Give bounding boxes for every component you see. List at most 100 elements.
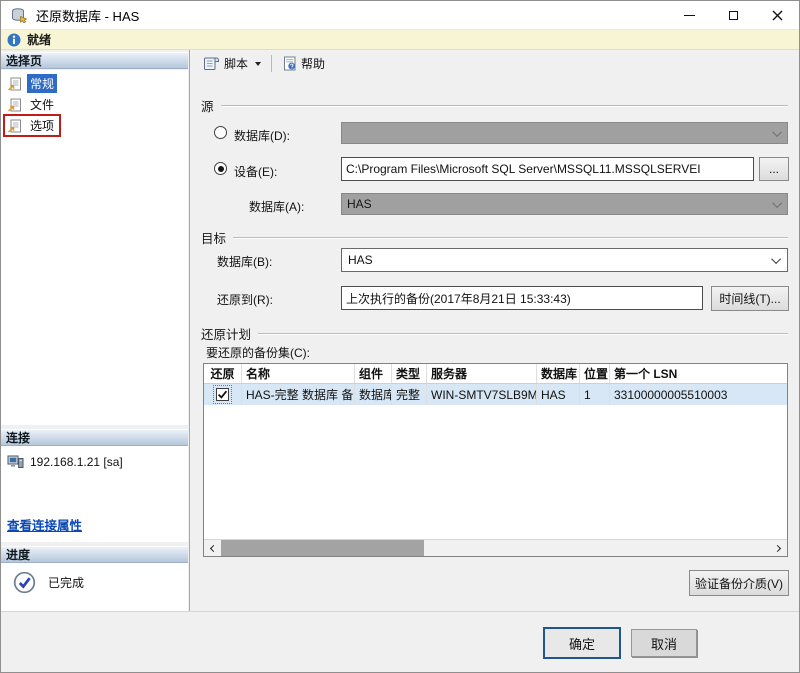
ok-label: 确定 [569,634,595,653]
progress-header: 进度 [1,546,188,563]
progress-panel: 已完成 [1,563,188,612]
column-header-database[interactable]: 数据库 [537,364,580,383]
maximize-icon [729,11,738,20]
close-icon [772,10,783,21]
connection-header-label: 连接 [6,429,30,446]
target-section-title: 目标 [201,228,788,247]
status-strip: 就绪 [1,29,799,50]
scroll-left-button[interactable] [204,540,221,556]
database-radio[interactable] [214,126,227,139]
restore-database-icon [10,7,28,23]
device-radio[interactable] [214,162,227,175]
device-radio-label: 设备(E): [234,163,277,180]
page-icon [7,77,22,91]
column-header-position[interactable]: 位置 [580,364,610,383]
progress-status: 已完成 [48,574,84,591]
cell-name: HAS-完整 数据库 备份 [242,384,355,405]
sidebar-item-general[interactable]: 常规 [1,73,188,94]
footer: 确定 取消 [1,611,799,672]
timeline-label: 时间线(T)... [719,290,780,307]
cell-position: 1 [580,384,610,405]
script-button[interactable]: 脚本 [198,53,266,74]
help-label: 帮助 [301,55,325,72]
column-header-first-lsn[interactable]: 第一个 LSN [610,364,787,383]
close-button[interactable] [755,1,799,29]
chevron-left-icon [210,544,217,551]
column-header-name[interactable]: 名称 [242,364,355,383]
restore-to-value: 上次执行的备份(2017年8月21日 15:33:43) [346,290,571,307]
maximize-button[interactable] [711,1,755,29]
chevron-down-icon [771,254,781,264]
cancel-label: 取消 [651,634,677,653]
cell-type: 完整 [392,384,427,405]
chevron-down-icon [772,127,782,137]
status-text: 就绪 [27,31,51,48]
target-database-value: HAS [348,253,373,267]
backup-set-row[interactable]: HAS-完整 数据库 备份 数据库 完整 WIN-SMTV7SLB9M7 HAS… [204,384,787,405]
verify-backup-media-button[interactable]: 验证备份介质(V) [689,570,789,596]
page-icon [7,119,22,133]
cell-first-lsn: 33100000005510003 [610,384,787,405]
source-database-select-label: 数据库(A): [249,198,304,215]
divider [221,105,788,107]
browse-button[interactable]: ... [759,157,789,181]
device-path-value: C:\Program Files\Microsoft SQL Server\MS… [346,162,701,176]
column-header-type[interactable]: 类型 [392,364,427,383]
scrollbar-thumb[interactable] [221,540,424,556]
toolbar-separator [271,55,272,72]
connection-panel: 192.168.1.21 [sa] 查看连接属性 [1,446,188,542]
pages-list: 常规 文件 选项 [1,70,188,425]
column-header-restore[interactable]: 还原 [204,364,242,383]
restore-to-input[interactable]: 上次执行的备份(2017年8月21日 15:33:43) [341,286,703,310]
horizontal-scrollbar[interactable] [204,539,787,556]
grid-header-row: 还原 名称 组件 类型 服务器 数据库 位置 第一个 LSN [204,364,787,384]
divider [233,237,788,239]
scroll-right-button[interactable] [770,540,787,556]
info-icon [7,33,21,47]
sidebar-item-files[interactable]: 文件 [1,94,188,115]
main-content: 脚本 帮助 源 数据库(D): 设备( [191,50,800,613]
help-button[interactable]: 帮助 [277,53,330,74]
target-database-combo[interactable]: HAS [341,248,788,272]
source-database-combo[interactable] [341,122,788,144]
timeline-button[interactable]: 时间线(T)... [711,286,789,311]
check-icon [217,389,228,400]
ok-button[interactable]: 确定 [543,627,621,659]
column-header-server[interactable]: 服务器 [427,364,537,383]
backup-sets-label: 要还原的备份集(C): [206,344,310,361]
column-header-component[interactable]: 组件 [355,364,392,383]
cell-server: WIN-SMTV7SLB9M7 [427,384,537,405]
restore-checkbox[interactable] [216,388,229,401]
cancel-button[interactable]: 取消 [631,629,697,657]
sidebar-item-label: 文件 [27,95,57,114]
verify-backup-media-label: 验证备份介质(V) [695,575,783,592]
device-path-input[interactable]: C:\Program Files\Microsoft SQL Server\MS… [341,157,754,181]
chevron-down-icon [255,62,261,66]
select-page-header-label: 选择页 [6,52,42,69]
script-label: 脚本 [224,55,248,72]
sidebar-item-label: 选项 [27,116,57,135]
server-icon [7,454,24,469]
restore-plan-title-label: 还原计划 [201,324,251,343]
toolbar: 脚本 帮助 [191,50,800,77]
database-radio-label: 数据库(D): [234,127,290,144]
minimize-icon [684,15,695,16]
page-icon [7,98,22,112]
source-database-select[interactable]: HAS [341,193,788,215]
titlebar: 还原数据库 - HAS [1,1,799,29]
sidebar: 选择页 常规 文件 [1,50,190,613]
source-database-value: HAS [347,197,372,211]
target-title-label: 目标 [201,228,226,247]
minimize-button[interactable] [667,1,711,29]
view-connection-properties-link[interactable]: 查看连接属性 [7,515,82,534]
source-section-title: 源 [201,96,788,115]
done-check-icon [13,571,36,594]
sidebar-item-options[interactable]: 选项 [1,115,188,136]
connection-header: 连接 [1,429,188,446]
cell-component: 数据库 [355,384,392,405]
cell-database: HAS [537,384,580,405]
chevron-down-icon [772,198,782,208]
restore-database-dialog: 还原数据库 - HAS 就绪 选择页 [0,0,800,673]
backup-sets-grid: 还原 名称 组件 类型 服务器 数据库 位置 第一个 LSN HAS-完整 数据… [203,363,788,557]
restore-to-label: 还原到(R): [217,291,273,308]
